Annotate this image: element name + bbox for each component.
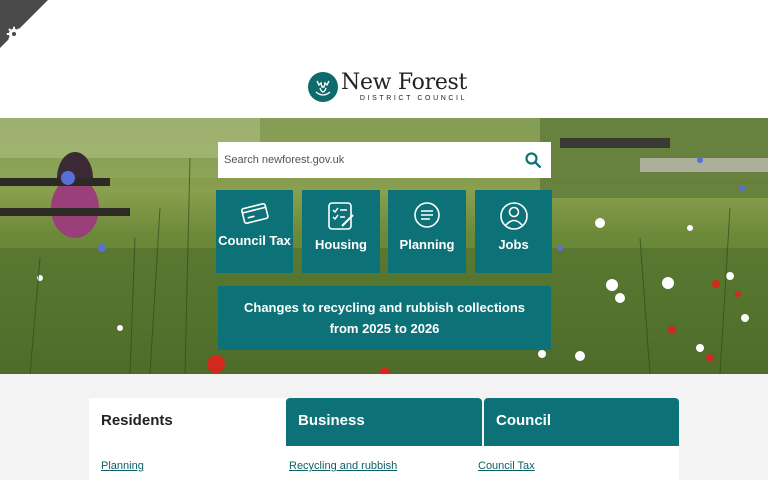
card-icon: [240, 202, 269, 225]
checklist-icon: [328, 202, 354, 230]
tab-label: Business: [298, 412, 365, 429]
search-input[interactable]: [218, 142, 515, 178]
banner-text: Changes to recycling and rubbish collect…: [244, 300, 525, 336]
site-header: New Forest DISTRICT COUNCIL: [0, 0, 768, 118]
link-recycling-rubbish[interactable]: Recycling and rubbish: [289, 460, 397, 472]
audience-tabs: Residents Business Council Planning Recy…: [89, 398, 679, 480]
site-logo[interactable]: New Forest DISTRICT COUNCIL: [308, 72, 467, 102]
tile-label: Council Tax: [218, 233, 291, 248]
logo-subtitle: DISTRICT COUNCIL: [359, 95, 468, 102]
deer-emblem-icon: [308, 72, 338, 102]
search-icon: [525, 152, 541, 168]
site-search: [218, 142, 551, 178]
link-planning[interactable]: Planning: [101, 460, 144, 472]
link-council-tax[interactable]: Council Tax: [478, 460, 535, 472]
tile-label: Housing: [315, 237, 367, 252]
person-icon: [499, 202, 528, 230]
tile-planning[interactable]: Planning: [388, 190, 466, 273]
tile-jobs[interactable]: Jobs: [475, 190, 552, 273]
tile-label: Planning: [399, 237, 455, 252]
logo-name: New Forest: [341, 70, 468, 95]
gear-icon[interactable]: [6, 26, 22, 42]
settings-corner[interactable]: [0, 0, 48, 48]
search-button[interactable]: [515, 142, 551, 178]
tab-label: Residents: [101, 412, 173, 429]
recycling-changes-banner[interactable]: Changes to recycling and rubbish collect…: [218, 286, 551, 350]
tile-council-tax[interactable]: Council Tax: [216, 190, 293, 273]
tab-business[interactable]: Business: [286, 398, 482, 446]
tile-housing[interactable]: Housing: [302, 190, 380, 273]
tab-council[interactable]: Council: [484, 398, 679, 446]
tile-label: Jobs: [498, 237, 529, 252]
tab-label: Council: [496, 412, 551, 429]
message-icon: [414, 202, 440, 228]
